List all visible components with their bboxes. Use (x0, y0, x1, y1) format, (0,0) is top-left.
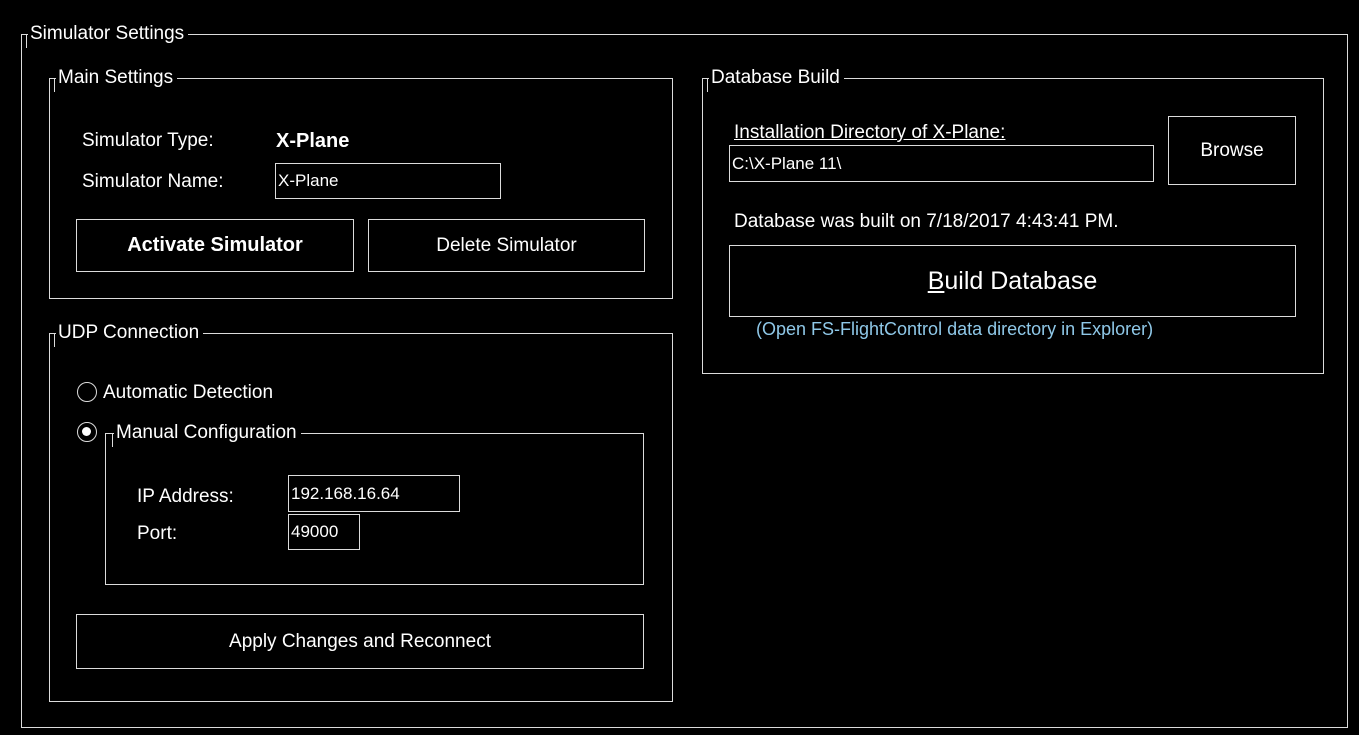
install-dir-input[interactable] (729, 145, 1154, 182)
port-label: Port: (137, 523, 178, 544)
build-database-accel: B (927, 266, 945, 295)
simulator-type-label: Simulator Type: (82, 130, 214, 151)
apply-changes-button[interactable]: Apply Changes and Reconnect (76, 614, 644, 669)
activate-simulator-button[interactable]: Activate Simulator (76, 219, 354, 272)
radio-selected-dot (82, 427, 91, 436)
automatic-detection-label[interactable]: Automatic Detection (103, 381, 273, 405)
build-database-button[interactable]: Build Database (729, 245, 1296, 317)
database-built-status: Database was built on 7/18/2017 4:43:41 … (734, 211, 1119, 232)
build-database-label: uild Database (944, 266, 1098, 295)
database-build-title: Database Build (707, 66, 844, 92)
ip-address-input[interactable] (288, 475, 460, 512)
open-data-directory-link[interactable]: (Open FS-FlightControl data directory in… (756, 317, 1153, 341)
delete-simulator-button[interactable]: Delete Simulator (368, 219, 645, 272)
automatic-detection-radio[interactable] (77, 382, 97, 402)
install-dir-label: Installation Directory of X-Plane: (734, 122, 1006, 143)
ip-address-label: IP Address: (137, 486, 234, 507)
simulator-name-label: Simulator Name: (82, 171, 224, 192)
udp-connection-title: UDP Connection (53, 321, 204, 347)
manual-configuration-title[interactable]: Manual Configuration (112, 421, 301, 447)
main-settings-title: Main Settings (53, 66, 178, 92)
port-input[interactable] (288, 514, 360, 550)
simulator-type-value: X-Plane (276, 130, 350, 152)
simulator-settings-title: Simulator Settings (25, 22, 189, 48)
simulator-name-input[interactable] (275, 163, 501, 199)
manual-configuration-radio[interactable] (77, 422, 97, 442)
browse-button[interactable]: Browse (1168, 116, 1296, 185)
